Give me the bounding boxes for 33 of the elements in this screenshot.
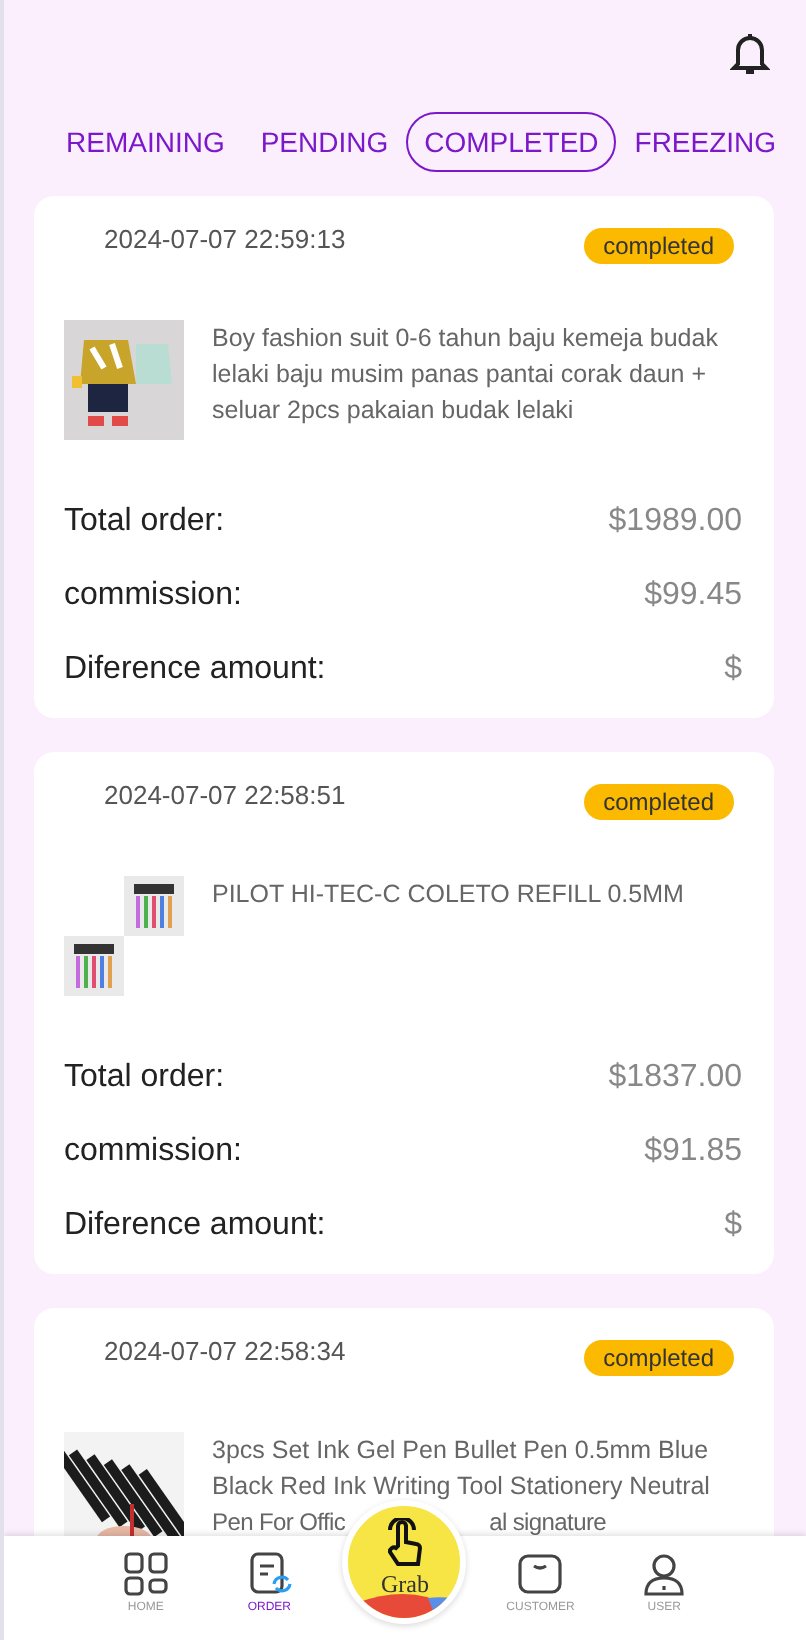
grid-icon	[121, 1550, 170, 1598]
amount-value: $1837.00	[608, 1059, 742, 1095]
product-title: 3pcs Set Ink Gel Pen Bullet Pen 0.5mm Blue Black Red Ink Writing Tool Stationery Neutral	[212, 1434, 712, 1504]
amount-value: $1989.00	[608, 503, 742, 539]
amount-label: Total order:	[64, 503, 225, 539]
grab-button[interactable]: Grab	[342, 1500, 467, 1624]
order-date: 2024-07-07 22:58:34	[104, 1336, 346, 1366]
document-refresh-icon	[245, 1550, 294, 1598]
tab[interactable]: FREEZING	[616, 112, 795, 172]
status-badge: completed	[583, 1340, 734, 1376]
order-date: 2024-07-07 22:58:51	[104, 780, 346, 810]
tab[interactable]: PENDING	[242, 112, 407, 172]
status-badge: completed	[583, 228, 734, 264]
amount-value: $91.85	[644, 1133, 742, 1169]
amount-value: $	[724, 651, 742, 687]
user-icon	[640, 1550, 689, 1598]
product-title: Pen For Offic	[212, 1506, 346, 1536]
amount-label: commission:	[64, 577, 242, 613]
amount-value: $99.45	[644, 577, 742, 613]
tab[interactable]: REMAINING	[48, 112, 243, 172]
inbox-icon	[516, 1550, 565, 1598]
product-title: PILOT HI-TEC-C COLETO REFILL 0.5MM	[212, 878, 684, 912]
status-badge: completed	[583, 784, 734, 820]
order-date: 2024-07-07 22:59:13	[104, 224, 346, 254]
amount-label: commission:	[64, 1133, 242, 1169]
product-title: Boy fashion suit 0-6 tahun baju kemeja budak lelaki baju musim panas pantai corak daun + seluar 2pcs pakaian budak lelaki	[212, 322, 720, 428]
amount-value: $	[724, 1207, 742, 1243]
amount-label: Diference amount:	[64, 651, 326, 687]
amount-label: Total order:	[64, 1059, 225, 1095]
tab[interactable]: COMPLETED	[406, 112, 617, 172]
bell-icon[interactable]	[730, 32, 770, 76]
amount-label: Diference amount:	[64, 1207, 326, 1243]
product-title: al signature	[489, 1506, 607, 1536]
